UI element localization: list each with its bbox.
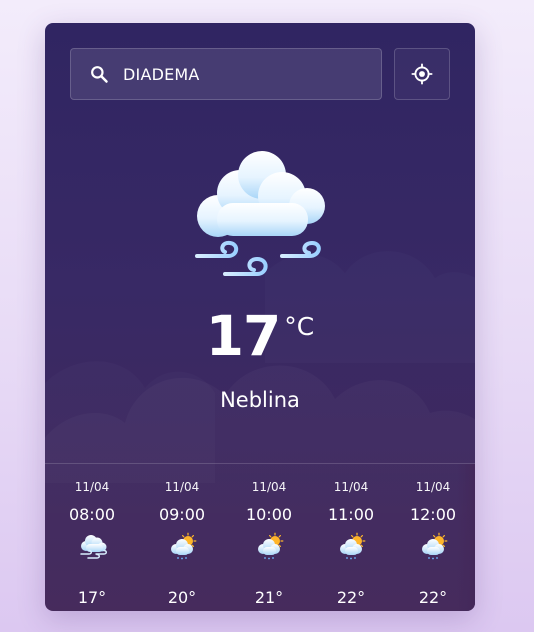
forecast-item: 11/04 08:00 17°	[60, 464, 124, 611]
weather-condition: Neblina	[220, 388, 300, 412]
forecast-date: 11/04	[333, 480, 369, 494]
search-box[interactable]	[70, 48, 382, 100]
mist-cloud-icon	[78, 532, 108, 562]
temperature-unit: °C	[284, 312, 315, 341]
mist-cloud-icon	[190, 148, 330, 288]
forecast-item: 11/04 09:00 20°	[150, 464, 214, 611]
forecast-time: 09:00	[158, 505, 206, 524]
forecast-item: 11/04 11:00 22°	[319, 464, 383, 611]
current-location-button[interactable]	[394, 48, 450, 100]
hourly-forecast: 11/04 08:00 17° 11/04 09:00 20° 11/04 10…	[45, 464, 475, 611]
sun-rain-cloud-icon	[419, 532, 449, 562]
sun-rain-cloud-icon	[168, 532, 198, 562]
temperature-value: 17	[205, 304, 282, 368]
forecast-time: 12:00	[409, 505, 457, 524]
current-temperature: 17 °C	[45, 305, 475, 375]
forecast-temperature: 22°	[418, 588, 448, 607]
forecast-item: 11/04 12:00 22°	[401, 464, 465, 611]
forecast-time: 11:00	[327, 505, 375, 524]
forecast-date: 11/04	[74, 480, 110, 494]
crosshair-icon	[411, 63, 433, 85]
forecast-temperature: 21°	[254, 588, 284, 607]
forecast-time: 08:00	[68, 505, 116, 524]
weather-card: 17 °C Neblina 11/04 08:00	[45, 23, 475, 611]
forecast-item: 11/04 10:00 21°	[237, 464, 301, 611]
forecast-temperature: 22°	[336, 588, 366, 607]
forecast-temperature: 20°	[167, 588, 197, 607]
forecast-temperature: 17°	[77, 588, 107, 607]
forecast-time: 10:00	[245, 505, 293, 524]
search-input[interactable]	[121, 58, 375, 90]
sun-rain-cloud-icon	[337, 532, 367, 562]
forecast-date: 11/04	[251, 480, 287, 494]
forecast-date: 11/04	[164, 480, 200, 494]
search-icon	[85, 60, 113, 88]
sun-rain-cloud-icon	[255, 532, 285, 562]
forecast-date: 11/04	[415, 480, 451, 494]
